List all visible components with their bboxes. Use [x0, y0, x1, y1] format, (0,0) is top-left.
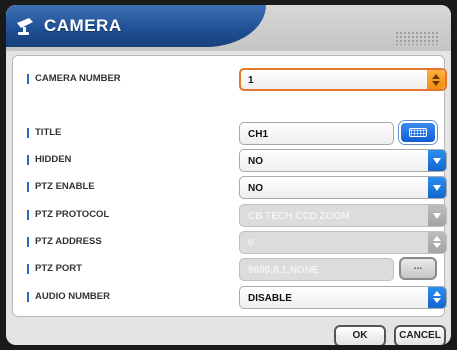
camera-number-spin-button[interactable]: [427, 70, 445, 89]
title-bar: CAMERA: [6, 5, 451, 51]
row-ptz-protocol: PTZ PROTOCOL CB TECH CCD ZOOM: [13, 203, 447, 227]
ptz-protocol-dropdown-button[interactable]: [428, 205, 446, 226]
ptz-address-label: PTZ ADDRESS: [27, 236, 102, 247]
hidden-select[interactable]: NO: [239, 149, 447, 172]
chevron-down-icon: [433, 158, 441, 164]
ptz-enable-value: NO: [248, 183, 263, 194]
ptz-protocol-value: CB TECH CCD ZOOM: [248, 211, 350, 222]
camera-settings-window: CAMERA CAMERA NUMBER 1 TITLE CH1 HIDDEN …: [6, 5, 451, 345]
audio-number-stepper[interactable]: DISABLE: [239, 286, 447, 309]
chevron-down-icon: [433, 213, 441, 219]
camera-number-label: CAMERA NUMBER: [27, 73, 121, 84]
ptz-port-value: 9600,8,1,NONE: [248, 265, 319, 276]
cancel-button[interactable]: CANCEL: [394, 325, 446, 345]
hidden-label: HIDDEN: [27, 154, 71, 165]
chevron-down-icon: [433, 185, 441, 191]
row-ptz-port: PTZ PORT 9600,8,1,NONE ...: [13, 257, 446, 281]
ellipsis-label: ...: [413, 261, 423, 272]
resize-grip: [395, 31, 439, 45]
ptz-enable-dropdown-button[interactable]: [428, 177, 446, 198]
row-ptz-address: PTZ ADDRESS 0: [13, 230, 447, 254]
ptz-address-value: 0: [248, 238, 254, 249]
camera-number-value: 1: [248, 75, 254, 86]
settings-panel: CAMERA NUMBER 1 TITLE CH1 HIDDEN NO PTZ …: [12, 55, 447, 317]
camera-number-stepper[interactable]: 1: [239, 68, 447, 91]
audio-number-label: AUDIO NUMBER: [27, 291, 110, 302]
row-title: TITLE CH1: [13, 121, 446, 145]
title-label: TITLE: [27, 127, 61, 138]
ok-button[interactable]: OK: [334, 325, 386, 345]
ptz-enable-label: PTZ ENABLE: [27, 181, 95, 192]
title-tab: CAMERA: [6, 5, 266, 47]
hidden-dropdown-button[interactable]: [428, 150, 446, 171]
hidden-value: NO: [248, 156, 263, 167]
ptz-address-stepper[interactable]: 0: [239, 231, 447, 254]
audio-number-value: DISABLE: [248, 293, 292, 304]
audio-number-spin-button[interactable]: [428, 287, 446, 308]
row-camera-number: CAMERA NUMBER 1: [13, 67, 447, 91]
ptz-port-input[interactable]: 9600,8,1,NONE: [239, 258, 394, 281]
arrow-up-icon: [432, 74, 440, 79]
arrow-up-icon: [433, 236, 441, 241]
ptz-enable-select[interactable]: NO: [239, 176, 447, 199]
camera-icon: [17, 18, 33, 35]
ptz-port-settings-button[interactable]: ...: [399, 257, 437, 280]
row-ptz-enable: PTZ ENABLE NO: [13, 175, 447, 199]
ptz-address-spin-button[interactable]: [428, 232, 446, 253]
row-audio-number: AUDIO NUMBER DISABLE: [13, 285, 447, 309]
arrow-down-icon: [433, 298, 441, 303]
ptz-port-label: PTZ PORT: [27, 263, 82, 274]
virtual-keyboard-button[interactable]: [399, 121, 437, 144]
ptz-protocol-label: PTZ PROTOCOL: [27, 209, 109, 220]
arrow-down-icon: [433, 243, 441, 248]
ptz-protocol-select[interactable]: CB TECH CCD ZOOM: [239, 204, 447, 227]
arrow-down-icon: [432, 81, 440, 86]
keyboard-icon: [409, 128, 427, 137]
row-hidden: HIDDEN NO: [13, 148, 447, 172]
title-input[interactable]: CH1: [239, 122, 394, 145]
window-title: CAMERA: [44, 16, 122, 35]
title-value: CH1: [248, 129, 269, 140]
arrow-up-icon: [433, 291, 441, 296]
